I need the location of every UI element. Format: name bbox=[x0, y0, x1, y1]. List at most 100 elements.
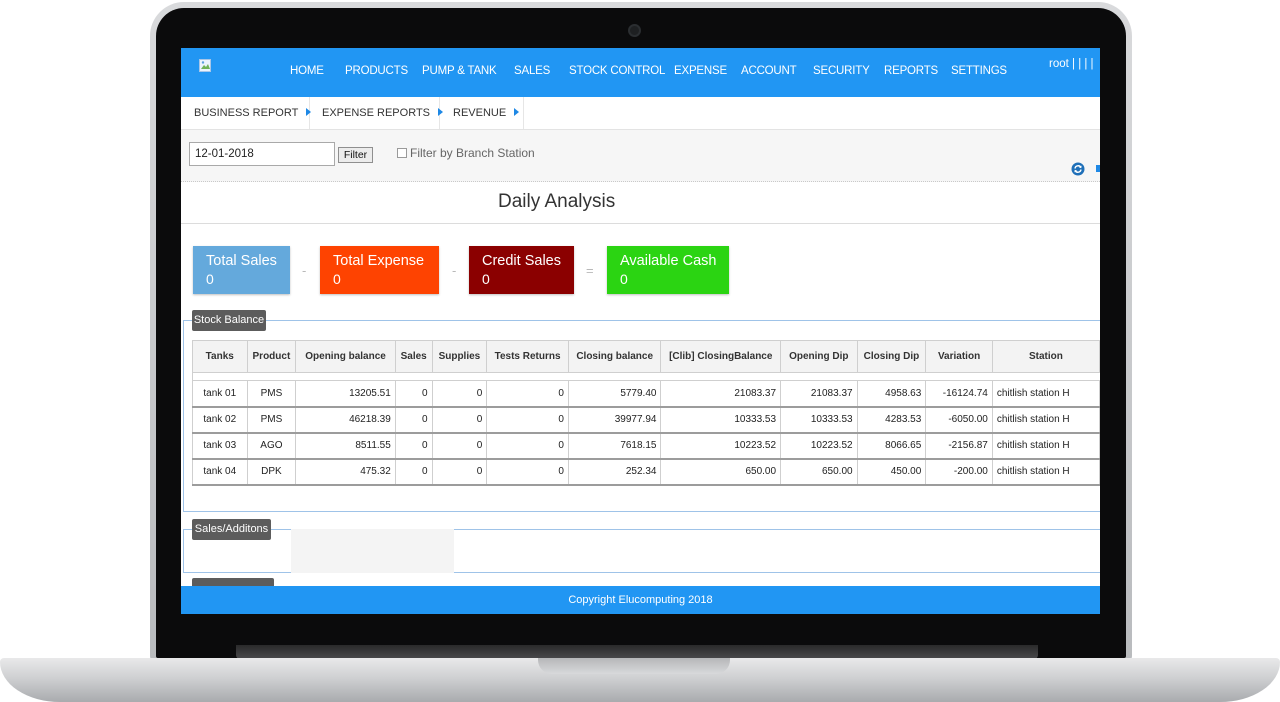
user-menu[interactable]: root | | | | bbox=[1049, 58, 1094, 70]
minus-operator: - bbox=[302, 263, 307, 278]
tab-revenue[interactable]: REVENUE bbox=[440, 97, 524, 129]
nav-reports[interactable]: REPORTS bbox=[884, 65, 938, 77]
cell-closing-balance: 252.34 bbox=[567, 458, 662, 486]
column-header-tests-returns[interactable]: Tests Returns bbox=[486, 340, 569, 373]
credit-sales-label: Credit Sales bbox=[482, 253, 561, 269]
column-header-closing-balance[interactable]: Closing balance bbox=[567, 340, 662, 373]
total-sales-label: Total Sales bbox=[206, 253, 277, 269]
table-row[interactable]: tank 02 PMS 46218.39 0 0 0 39977.94 1033… bbox=[192, 406, 1100, 434]
tab-expense-reports[interactable]: EXPENSE REPORTS bbox=[310, 97, 443, 129]
cell-closing-balance: 7618.15 bbox=[567, 432, 662, 460]
column-header-tanks[interactable]: Tanks bbox=[192, 340, 248, 373]
table-spacer-row bbox=[192, 372, 1100, 381]
cell-supplies: 0 bbox=[431, 458, 488, 486]
stock-balance-table: Tanks Product Opening balance Sales Supp… bbox=[192, 340, 1100, 486]
panel-toggle-edge[interactable] bbox=[1096, 165, 1100, 172]
column-header-product[interactable]: Product bbox=[246, 340, 297, 373]
cell-tests-returns: 0 bbox=[486, 380, 569, 408]
cell-opening-balance: 13205.51 bbox=[295, 380, 396, 408]
laptop-hinge bbox=[236, 645, 1038, 659]
cell-tank: tank 03 bbox=[192, 432, 248, 460]
top-navbar: HOME PRODUCTS PUMP & TANK SALES STOCK CO… bbox=[181, 48, 1100, 97]
cell-sales: 0 bbox=[394, 406, 433, 434]
broken-logo-icon[interactable] bbox=[199, 59, 213, 73]
cell-supplies: 0 bbox=[431, 406, 488, 434]
cell-station: chitlish station H bbox=[991, 406, 1100, 434]
nav-stock-control[interactable]: STOCK CONTROL bbox=[569, 65, 665, 77]
equals-operator: = bbox=[586, 263, 594, 278]
nav-security[interactable]: SECURITY bbox=[813, 65, 870, 77]
cell-station: chitlish station H bbox=[991, 380, 1100, 408]
column-header-clib-closing-balance[interactable]: [Clib] ClosingBalance bbox=[660, 340, 782, 373]
table-spacer bbox=[192, 372, 1100, 381]
cell-closing-dip: 4958.63 bbox=[856, 380, 927, 408]
column-header-closing-dip[interactable]: Closing Dip bbox=[856, 340, 927, 373]
nav-expense[interactable]: EXPENSE bbox=[674, 65, 727, 77]
cell-variation: -200.00 bbox=[925, 458, 993, 486]
cell-variation: -16124.74 bbox=[925, 380, 993, 408]
table-row[interactable]: tank 04 DPK 475.32 0 0 0 252.34 650.00 6… bbox=[192, 458, 1100, 486]
cell-opening-dip: 10223.52 bbox=[780, 432, 858, 460]
column-header-opening-dip[interactable]: Opening Dip bbox=[780, 340, 858, 373]
column-header-opening-balance[interactable]: Opening balance bbox=[295, 340, 396, 373]
refresh-icon[interactable] bbox=[1071, 162, 1085, 176]
webcam bbox=[628, 24, 641, 37]
total-sales-card: Total Sales 0 bbox=[193, 246, 290, 294]
cell-tests-returns: 0 bbox=[486, 458, 569, 486]
date-input[interactable] bbox=[189, 142, 335, 166]
available-cash-card: Available Cash 0 bbox=[607, 246, 729, 294]
nav-pump-and-tank[interactable]: PUMP & TANK bbox=[422, 65, 497, 77]
laptop-opening-notch bbox=[538, 658, 730, 674]
nav-settings[interactable]: SETTINGS bbox=[951, 65, 1007, 77]
total-expense-card: Total Expense 0 bbox=[320, 246, 439, 294]
cell-opening-balance: 8511.55 bbox=[295, 432, 396, 460]
available-cash-value: 0 bbox=[620, 271, 628, 287]
cell-closing-balance: 5779.40 bbox=[567, 380, 662, 408]
total-sales-value: 0 bbox=[206, 271, 214, 287]
total-expense-label: Total Expense bbox=[333, 253, 425, 269]
table-row[interactable]: tank 01 PMS 13205.51 0 0 0 5779.40 21083… bbox=[192, 380, 1100, 408]
column-header-sales[interactable]: Sales bbox=[394, 340, 433, 373]
cell-opening-dip: 10333.53 bbox=[780, 406, 858, 434]
cell-product: DPK bbox=[246, 458, 297, 486]
credit-sales-card: Credit Sales 0 bbox=[469, 246, 574, 294]
credit-sales-value: 0 bbox=[482, 271, 490, 287]
branch-filter-label: Filter by Branch Station bbox=[410, 146, 535, 160]
cell-closing-dip: 4283.53 bbox=[856, 406, 927, 434]
cell-opening-dip: 650.00 bbox=[780, 458, 858, 486]
table-row[interactable]: tank 03 AGO 8511.55 0 0 0 7618.15 10223.… bbox=[192, 432, 1100, 460]
nav-account[interactable]: ACCOUNT bbox=[741, 65, 797, 77]
available-cash-label: Available Cash bbox=[620, 253, 717, 269]
filter-button[interactable]: Filter bbox=[338, 147, 373, 163]
cell-product: PMS bbox=[246, 380, 297, 408]
tab-business-report[interactable]: BUSINESS REPORT bbox=[181, 97, 312, 129]
nav-home[interactable]: HOME bbox=[290, 65, 324, 77]
branch-filter-checkbox[interactable] bbox=[397, 148, 407, 158]
cell-supplies: 0 bbox=[431, 380, 488, 408]
cell-tests-returns: 0 bbox=[486, 432, 569, 460]
cell-station: chitlish station H bbox=[991, 458, 1100, 486]
sales-additions-tag: Sales/Additons bbox=[192, 519, 271, 540]
filter-bar: Filter Filter by Branch Station bbox=[181, 130, 1100, 182]
sales-additions-placeholder bbox=[291, 529, 454, 573]
column-header-variation[interactable]: Variation bbox=[925, 340, 993, 373]
page-title: Daily Analysis bbox=[498, 191, 616, 212]
cell-opening-balance: 46218.39 bbox=[295, 406, 396, 434]
cell-clib-closing-balance: 650.00 bbox=[660, 458, 782, 486]
stock-balance-tag: Stock Balance bbox=[192, 310, 266, 331]
footer: Copyright Elucomputing 2018 bbox=[181, 586, 1100, 614]
nav-sales[interactable]: SALES bbox=[514, 65, 550, 77]
report-subnav: BUSINESS REPORT EXPENSE REPORTS REVENUE bbox=[181, 97, 1100, 130]
cell-product: PMS bbox=[246, 406, 297, 434]
column-header-station[interactable]: Station bbox=[991, 340, 1100, 373]
total-expense-value: 0 bbox=[333, 271, 341, 287]
cell-station: chitlish station H bbox=[991, 432, 1100, 460]
cell-clib-closing-balance: 10223.52 bbox=[660, 432, 782, 460]
cell-variation: -2156.87 bbox=[925, 432, 993, 460]
tab-expense-reports-label: EXPENSE REPORTS bbox=[322, 107, 430, 119]
tab-revenue-label: REVENUE bbox=[453, 107, 507, 119]
cell-closing-balance: 39977.94 bbox=[567, 406, 662, 434]
nav-products[interactable]: PRODUCTS bbox=[345, 65, 408, 77]
cell-closing-dip: 8066.65 bbox=[856, 432, 927, 460]
column-header-supplies[interactable]: Supplies bbox=[431, 340, 488, 373]
